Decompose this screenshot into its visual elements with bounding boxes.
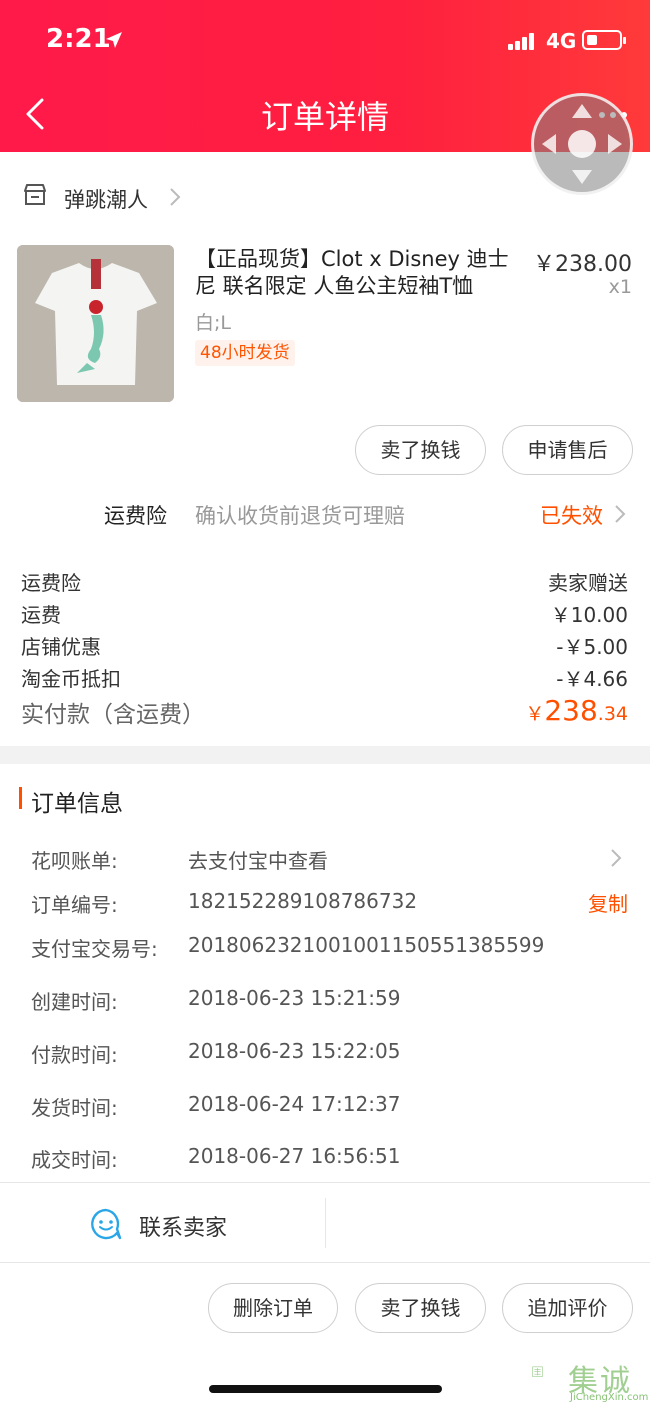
chevron-right-icon[interactable] bbox=[610, 847, 622, 869]
fee-value: ￥10.00 bbox=[550, 603, 628, 627]
contact-seller-button[interactable]: 联系卖家 bbox=[139, 1210, 227, 1242]
total-amount: ￥238.34 bbox=[525, 694, 628, 727]
dpad-icon bbox=[542, 104, 622, 184]
tshirt-image bbox=[17, 245, 174, 402]
after-sale-button[interactable]: 申请售后 bbox=[502, 425, 633, 475]
info-label: 订单编号: bbox=[31, 893, 118, 917]
shop-icon bbox=[24, 184, 46, 205]
info-label: 花呗账单: bbox=[31, 849, 118, 873]
add-review-button[interactable]: 追加评价 bbox=[502, 1283, 633, 1333]
fee-value: 卖家赠送 bbox=[548, 571, 628, 595]
watermark-logo-icon bbox=[532, 1366, 543, 1377]
section-gap bbox=[0, 746, 650, 764]
insurance-status[interactable]: 已失效 bbox=[540, 500, 603, 530]
location-arrow-icon bbox=[106, 32, 122, 48]
product-image[interactable] bbox=[17, 245, 174, 402]
product-price: ￥238.00 bbox=[533, 252, 632, 277]
fee-label: 运费 bbox=[21, 603, 61, 627]
insurance-desc: 确认收货前退货可理赔 bbox=[195, 504, 405, 528]
info-label: 创建时间: bbox=[31, 990, 118, 1014]
chat-bubble-icon[interactable] bbox=[89, 1207, 123, 1241]
chevron-right-icon[interactable] bbox=[168, 186, 182, 208]
shipping-tag: 48小时发货 bbox=[195, 340, 295, 366]
fee-value: -￥5.00 bbox=[556, 635, 628, 659]
delete-order-button[interactable]: 删除订单 bbox=[208, 1283, 338, 1333]
fee-label: 运费险 bbox=[21, 571, 81, 595]
info-value: 2018-06-23 15:22:05 bbox=[188, 1039, 401, 1063]
info-label: 成交时间: bbox=[31, 1148, 118, 1172]
total-label: 实付款（含运费） bbox=[21, 702, 205, 728]
product-title[interactable]: 【正品现货】Clot x Disney 迪士尼 联名限定 人鱼公主短袖T恤 bbox=[195, 246, 525, 300]
info-label: 发货时间: bbox=[31, 1096, 118, 1120]
battery-icon bbox=[582, 30, 626, 50]
product-sku: 白;L bbox=[195, 312, 231, 334]
vertical-divider bbox=[325, 1198, 326, 1248]
status-time: 2:21 bbox=[46, 24, 111, 54]
shop-name[interactable]: 弹跳潮人 bbox=[64, 184, 148, 214]
total-currency: ￥ bbox=[525, 703, 545, 725]
sell-for-cash-button[interactable]: 卖了换钱 bbox=[355, 425, 486, 475]
section-accent-bar bbox=[19, 787, 22, 809]
network-label: 4G bbox=[546, 29, 577, 53]
home-indicator[interactable] bbox=[209, 1385, 442, 1393]
alipay-trade-number: 2018062321001001150551385599 bbox=[188, 933, 545, 957]
info-label: 付款时间: bbox=[31, 1043, 118, 1067]
product-quantity: x1 bbox=[608, 276, 632, 298]
order-number: 182152289108786732 bbox=[188, 889, 418, 913]
total-integer: 238 bbox=[544, 694, 598, 727]
assistive-touch-button[interactable] bbox=[531, 93, 633, 195]
divider bbox=[0, 1182, 650, 1183]
copy-button[interactable]: 复制 bbox=[588, 888, 628, 917]
order-info-title: 订单信息 bbox=[31, 791, 123, 817]
insurance-label: 运费险 bbox=[104, 504, 167, 528]
fee-label: 淘金币抵扣 bbox=[21, 667, 121, 691]
fee-value: -￥4.66 bbox=[556, 667, 628, 691]
info-value: 2018-06-24 17:12:37 bbox=[188, 1092, 401, 1116]
watermark-url: JiChengXin.com bbox=[570, 1392, 649, 1403]
sell-for-cash-button[interactable]: 卖了换钱 bbox=[355, 1283, 486, 1333]
total-decimal: .34 bbox=[597, 703, 628, 725]
divider bbox=[0, 1262, 650, 1263]
info-value: 2018-06-23 15:21:59 bbox=[188, 986, 401, 1010]
info-label: 支付宝交易号: bbox=[31, 937, 158, 961]
huabei-link[interactable]: 去支付宝中查看 bbox=[188, 845, 328, 874]
fee-label: 店铺优惠 bbox=[21, 635, 101, 659]
chevron-right-icon[interactable] bbox=[614, 503, 626, 525]
signal-icon bbox=[508, 32, 538, 50]
info-value: 2018-06-27 16:56:51 bbox=[188, 1144, 401, 1168]
